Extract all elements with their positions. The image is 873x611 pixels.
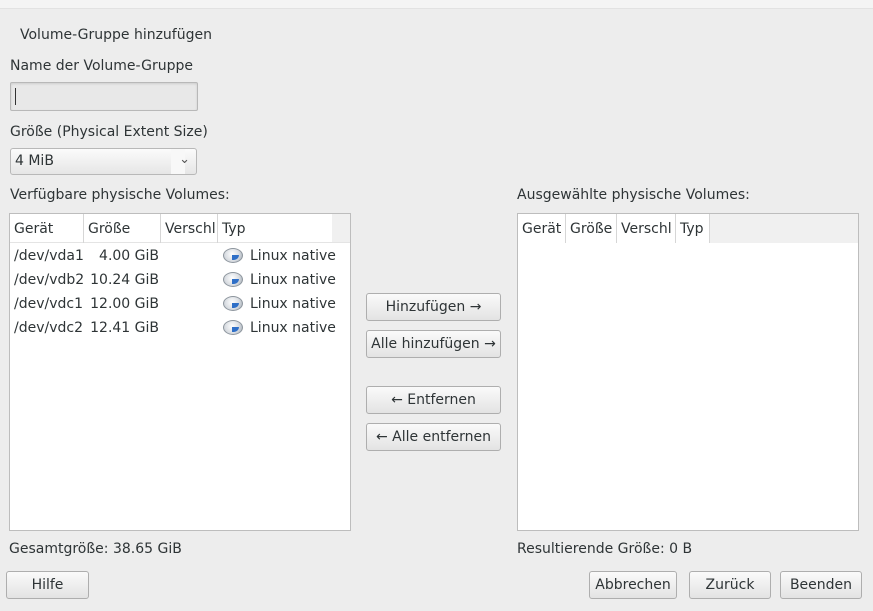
column-label: Typ — [222, 221, 246, 237]
help-button[interactable]: Hilfe — [6, 571, 89, 599]
type-cell: Linux native — [250, 296, 336, 312]
size-cell: 10.24 GiB — [90, 272, 159, 288]
extent-size-label: Größe (Physical Extent Size) — [10, 124, 208, 140]
available-volumes-table[interactable]: Gerät Größe Verschl Typ /dev/vda1 4.00 G… — [9, 213, 351, 531]
extent-size-value: 4 MiB — [15, 153, 54, 169]
device-cell: /dev/vdc1 — [14, 296, 83, 312]
chevron-down-icon: ⌄ — [179, 152, 190, 167]
disk-icon — [223, 248, 243, 263]
column-header-encrypted[interactable]: Verschl — [161, 214, 218, 243]
table-row[interactable]: /dev/vdc1 12.00 GiB Linux native — [10, 292, 350, 316]
size-cell: 4.00 GiB — [99, 248, 159, 264]
device-cell: /dev/vdc2 — [14, 320, 83, 336]
table-row[interactable]: /dev/vdb2 10.24 GiB Linux native — [10, 268, 350, 292]
disk-icon — [223, 320, 243, 335]
available-total-size: Gesamtgröße: 38.65 GiB — [9, 541, 182, 557]
header-filler — [710, 214, 858, 243]
column-label: Verschl — [165, 221, 216, 237]
cancel-button[interactable]: Abbrechen — [589, 571, 677, 599]
column-header-type[interactable]: Typ — [218, 214, 334, 243]
window-top-edge — [0, 0, 873, 9]
type-cell: Linux native — [250, 320, 336, 336]
column-label: Gerät — [522, 221, 562, 237]
dialog-title: Volume-Gruppe hinzufügen — [20, 27, 212, 43]
table-header: Gerät Größe Verschl Typ — [10, 214, 350, 243]
column-header-size[interactable]: Größe — [566, 214, 617, 243]
remove-all-button[interactable]: ← Alle entfernen — [366, 423, 501, 451]
text-caret — [15, 88, 16, 105]
device-cell: /dev/vda1 — [14, 248, 84, 264]
size-cell: 12.41 GiB — [90, 320, 159, 336]
resulting-size: Resultierende Größe: 0 B — [517, 541, 693, 557]
column-header-encrypted[interactable]: Verschl — [617, 214, 676, 243]
column-label: Größe — [570, 221, 613, 237]
selected-volumes-table[interactable]: Gerät Größe Verschl Typ — [517, 213, 859, 531]
disk-icon — [223, 296, 243, 311]
finish-button[interactable]: Beenden — [780, 571, 862, 599]
device-cell: /dev/vdb2 — [14, 272, 85, 288]
table-row[interactable]: /dev/vda1 4.00 GiB Linux native — [10, 244, 350, 268]
selected-volumes-label: Ausgewählte physische Volumes: — [517, 187, 750, 203]
column-label: Gerät — [14, 221, 54, 237]
available-volumes-label: Verfügbare physische Volumes: — [10, 187, 230, 203]
column-header-device[interactable]: Gerät — [518, 214, 566, 243]
size-cell: 12.00 GiB — [90, 296, 159, 312]
name-label: Name der Volume-Gruppe — [10, 58, 193, 74]
column-label: Typ — [680, 221, 704, 237]
table-header: Gerät Größe Verschl Typ — [518, 214, 858, 243]
back-button[interactable]: Zurück — [689, 571, 771, 599]
column-header-device[interactable]: Gerät — [10, 214, 84, 243]
type-cell: Linux native — [250, 272, 336, 288]
disk-icon — [223, 272, 243, 287]
remove-button[interactable]: ← Entfernen — [366, 386, 501, 414]
volume-group-name-input[interactable] — [10, 82, 198, 111]
extent-size-select[interactable]: 4 MiB ⌄ — [10, 148, 197, 175]
table-row[interactable]: /dev/vdc2 12.41 GiB Linux native — [10, 316, 350, 340]
add-all-button[interactable]: Alle hinzufügen → — [366, 330, 501, 358]
header-filler — [332, 214, 350, 242]
column-header-type[interactable]: Typ — [676, 214, 710, 243]
add-button[interactable]: Hinzufügen → — [366, 293, 501, 321]
column-header-size[interactable]: Größe — [84, 214, 161, 243]
column-label: Größe — [88, 221, 131, 237]
column-label: Verschl — [621, 221, 672, 237]
type-cell: Linux native — [250, 248, 336, 264]
